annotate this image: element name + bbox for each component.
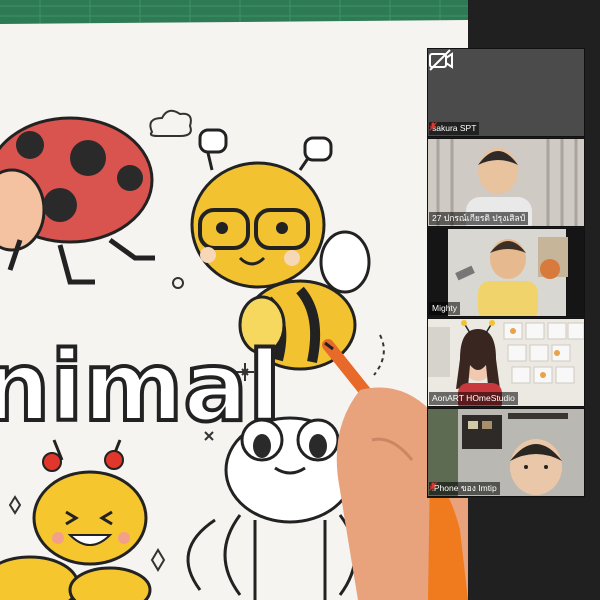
participant-tile[interactable]: iPhone ของ Imtip — [427, 408, 585, 497]
mic-muted-icon — [429, 482, 437, 491]
participant-name: iPhone ของ Imtip — [429, 482, 500, 495]
main-video-feed[interactable]: nimal — [0, 0, 468, 600]
participant-tile[interactable]: 27 ปกรณ์เกียรติ ปรุงเสิลป์ — [427, 138, 585, 227]
participant-name: AonART HOmeStudio — [429, 392, 518, 405]
camera-off-icon — [429, 49, 453, 71]
participant-gallery: sakura SPT 27 ปกรณ์เกียรติ ปรุงเสิลป์ Mi… — [427, 48, 585, 498]
coloring-page-drawing: nimal — [0, 0, 468, 600]
participant-tile[interactable]: sakura SPT — [427, 48, 585, 137]
drawing-word: nimal — [0, 331, 281, 443]
participant-tile[interactable]: AonART HOmeStudio — [427, 318, 585, 407]
participant-name: sakura SPT — [429, 122, 480, 135]
participant-name: Mighty — [429, 302, 461, 315]
participant-tile[interactable]: Mighty — [427, 228, 585, 317]
mic-muted-icon — [429, 122, 437, 131]
meeting-window: nimal sakura SPT 27 ปกรณ์เกียรติ ปรุงเสิ… — [0, 0, 600, 600]
participant-name: 27 ปกรณ์เกียรติ ปรุงเสิลป์ — [429, 212, 529, 225]
